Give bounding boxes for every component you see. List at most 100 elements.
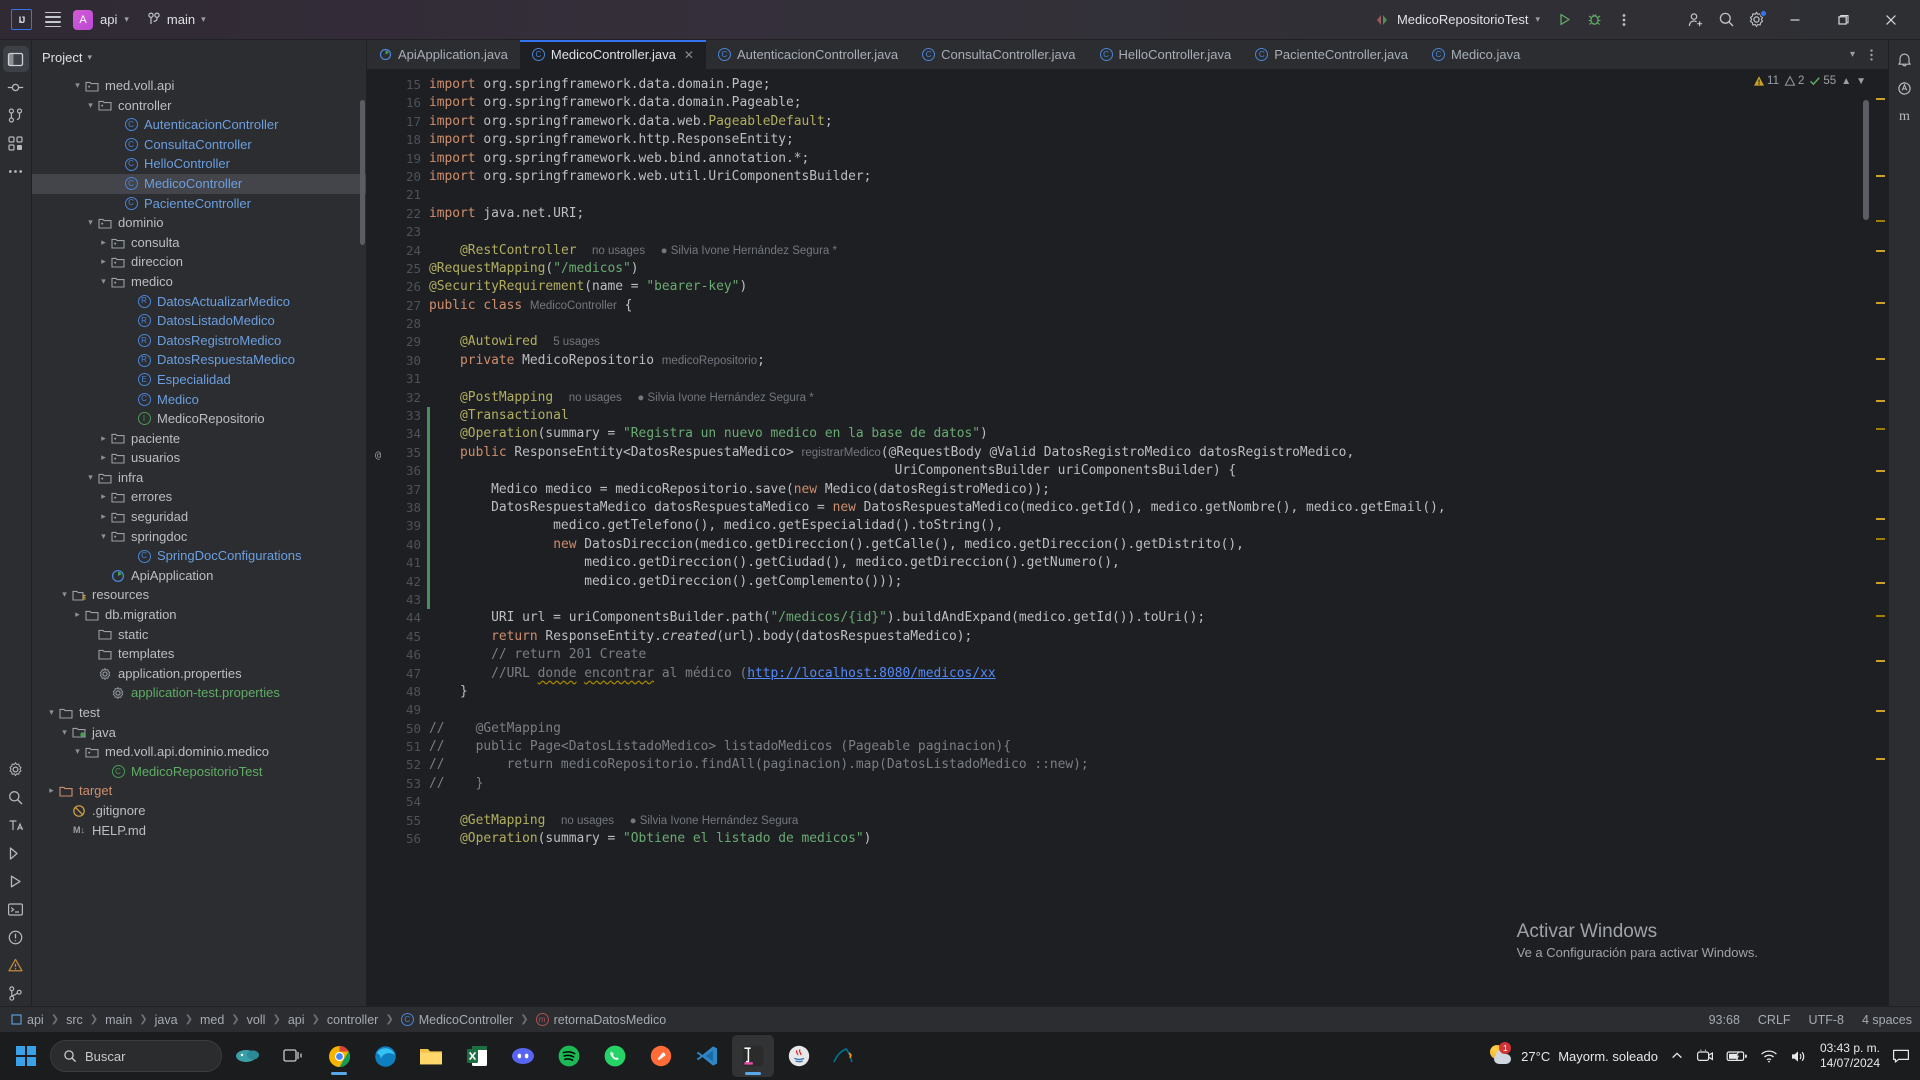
code-line-15[interactable]: import org.springframework.data.domain.P… — [429, 76, 1872, 94]
chevron-right-icon[interactable]: ▸ — [97, 448, 110, 468]
gutter-line-16[interactable]: 16 — [367, 94, 429, 112]
warnings-count-item[interactable]: 11 — [1753, 75, 1779, 87]
search-tool-icon[interactable] — [3, 784, 29, 810]
project-selector[interactable]: A api ▾ — [69, 7, 137, 33]
tree-node-seguridad[interactable]: ▸ seguridad — [32, 507, 366, 527]
code-line-21[interactable] — [429, 186, 1872, 204]
gutter-line-51[interactable]: 51 — [367, 738, 429, 756]
chevron-down-icon[interactable]: ▾ — [84, 468, 97, 488]
run-tool-icon[interactable] — [3, 868, 29, 894]
code-line-39[interactable]: medico.getTelefono(), medico.getEspecial… — [429, 517, 1872, 535]
gutter-line-56[interactable]: 56 — [367, 830, 429, 848]
error-stripe-mark[interactable] — [1876, 710, 1885, 712]
tree-node-medicocontroller[interactable]: C MedicoController — [32, 173, 366, 194]
maven-icon[interactable]: m — [1892, 104, 1918, 130]
chevron-down-icon[interactable]: ▾ — [71, 742, 84, 762]
tree-node-static[interactable]: static — [32, 625, 366, 645]
gutter-line-49[interactable]: 49 — [367, 701, 429, 719]
code-line-42[interactable]: medico.getDireccion().getComplemento()))… — [429, 573, 1872, 591]
code-line-52[interactable]: // return medicoRepositorio.findAll(pagi… — [429, 756, 1872, 774]
weather-widget[interactable]: 1 27°C Mayorm. soleado — [1489, 1042, 1658, 1067]
tree-node-med-voll-api-dominio-medico[interactable]: ▾ med.voll.api.dominio.medico — [32, 742, 366, 762]
breadcrumb-item-main[interactable]: main — [102, 1012, 135, 1028]
code-line-25[interactable]: @RequestMapping("/medicos") — [429, 260, 1872, 278]
gutter-line-52[interactable]: 52 — [367, 756, 429, 774]
tree-node-especialidad[interactable]: E Especialidad — [32, 370, 366, 390]
code-line-46[interactable]: // return 201 Create — [429, 646, 1872, 664]
tree-node-help-md[interactable]: M↓ HELP.md — [32, 821, 366, 841]
taskbar-clock[interactable]: 03:43 p. m. 14/07/2024 — [1820, 1041, 1880, 1071]
indent-setting[interactable]: 4 spaces — [1862, 1013, 1912, 1027]
gutter-line-32[interactable]: 32 — [367, 389, 429, 407]
taskbar-search-box[interactable]: Buscar — [50, 1040, 222, 1072]
run-button[interactable] — [1550, 6, 1578, 34]
tree-node-paciente[interactable]: ▸ paciente — [32, 429, 366, 449]
mysql-icon[interactable] — [824, 1035, 866, 1077]
project-tree[interactable]: ▾ med.voll.api ▾ controller C AutenticacionCo… — [32, 74, 366, 1006]
tree-node-pacientecontroller[interactable]: C PacienteController — [32, 194, 366, 214]
gutter-line-23[interactable]: 23 — [367, 223, 429, 241]
code-line-38[interactable]: DatosRespuestaMedico datosRespuestaMedic… — [429, 499, 1872, 517]
caret-position[interactable]: 93:68 — [1709, 1013, 1740, 1027]
code-line-36[interactable]: UriComponentsBuilder uriComponentsBuilde… — [429, 462, 1872, 480]
project-tree-scrollbar[interactable] — [360, 100, 365, 245]
breadcrumb-item-src[interactable]: src — [63, 1012, 86, 1028]
tree-node-application-properties[interactable]: application.properties — [32, 664, 366, 684]
tree-node-medicorepositorio[interactable]: I MedicoRepositorio — [32, 409, 366, 429]
chevron-right-icon[interactable]: ▸ — [97, 252, 110, 272]
maximize-button[interactable] — [1820, 1, 1866, 39]
checks-count-item[interactable]: 55 — [1809, 75, 1836, 87]
project-panel-header[interactable]: Project ▾ — [32, 40, 366, 74]
breadcrumb-item-controller[interactable]: controller — [324, 1012, 381, 1028]
tree-node-springdocconfigurations[interactable]: C SpringDocConfigurations — [32, 546, 366, 566]
commit-tool-icon[interactable] — [3, 74, 29, 100]
tree-node-application-test-properties[interactable]: application-test.properties — [32, 683, 366, 703]
java-icon[interactable] — [778, 1035, 820, 1077]
gutter-line-41[interactable]: 41 — [367, 554, 430, 573]
wifi-icon[interactable] — [1760, 1049, 1778, 1064]
inspection-collapse-icon[interactable]: ▲ — [1841, 76, 1851, 87]
gutter-line-21[interactable]: 21 — [367, 186, 429, 204]
chevron-down-icon[interactable]: ▾ — [97, 527, 110, 547]
code-line-34[interactable]: @Operation(summary = "Registra un nuevo … — [429, 425, 1872, 443]
chevron-down-icon[interactable]: ▾ — [84, 213, 97, 233]
structure-tool-icon[interactable] — [3, 130, 29, 156]
whatsapp-icon[interactable] — [594, 1035, 636, 1077]
gutter-line-25[interactable]: 25 — [367, 260, 429, 278]
chrome-icon[interactable] — [318, 1035, 360, 1077]
breadcrumb-item-api[interactable]: api — [285, 1012, 308, 1028]
tree-node-controller[interactable]: ▾ controller — [32, 96, 366, 116]
code-line-26[interactable]: @SecurityRequirement(name = "bearer-key"… — [429, 278, 1872, 296]
windows-start-icon[interactable] — [6, 1036, 46, 1076]
tree-node-datosactualizarmedico[interactable]: R DatosActualizarMedico — [32, 292, 366, 312]
editor-gutter[interactable]: 15 16 17 18 19 20 21 22 23 24 25 26 27 28 29 30 31 32 33 34… — [367, 70, 430, 1006]
chevron-down-icon[interactable]: ▾ — [58, 723, 71, 743]
tree-node-templates[interactable]: templates — [32, 644, 366, 664]
gutter-line-55[interactable]: 55 — [367, 812, 429, 830]
build-tool-icon[interactable] — [3, 952, 29, 978]
postman-icon[interactable] — [640, 1035, 682, 1077]
tree-node-datoslistadomedico[interactable]: R DatosListadoMedico — [32, 311, 366, 331]
tree-node-usuarios[interactable]: ▸ usuarios — [32, 448, 366, 468]
code-line-27[interactable]: public class MedicoController { — [429, 297, 1872, 315]
chevron-right-icon[interactable]: ▸ — [97, 507, 110, 527]
tree-node-hellocontroller[interactable]: C HelloController — [32, 154, 366, 174]
notification-center-icon[interactable] — [1892, 1048, 1910, 1064]
error-stripe-mark[interactable] — [1876, 175, 1885, 177]
tree-node-medico[interactable]: ▾ medico — [32, 272, 366, 292]
gutter-line-24[interactable]: 24 — [367, 242, 429, 260]
chevron-down-icon[interactable]: ▾ — [58, 585, 71, 605]
error-stripe-mark[interactable] — [1876, 660, 1885, 662]
gutter-line-42[interactable]: 42 — [367, 572, 430, 591]
breadcrumb-item-java[interactable]: java — [152, 1012, 181, 1028]
chevron-down-icon[interactable]: ▾ — [84, 96, 97, 116]
breadcrumb-item-retornadatosmedico[interactable]: m retornaDatosMedico — [533, 1012, 670, 1028]
chevron-right-icon[interactable]: ▸ — [97, 429, 110, 449]
code-line-45[interactable]: return ResponseEntity.created(url).body(… — [429, 628, 1872, 646]
breadcrumb-item-api[interactable]: api — [8, 1012, 47, 1028]
gutter-line-54[interactable]: 54 — [367, 793, 429, 811]
gutter-line-18[interactable]: 18 — [367, 131, 429, 149]
editor-tab-autenticacioncontroller-java[interactable]: C AutenticacionController.java — [706, 40, 910, 69]
code-line-49[interactable] — [429, 701, 1872, 719]
minimize-button[interactable] — [1772, 1, 1818, 39]
